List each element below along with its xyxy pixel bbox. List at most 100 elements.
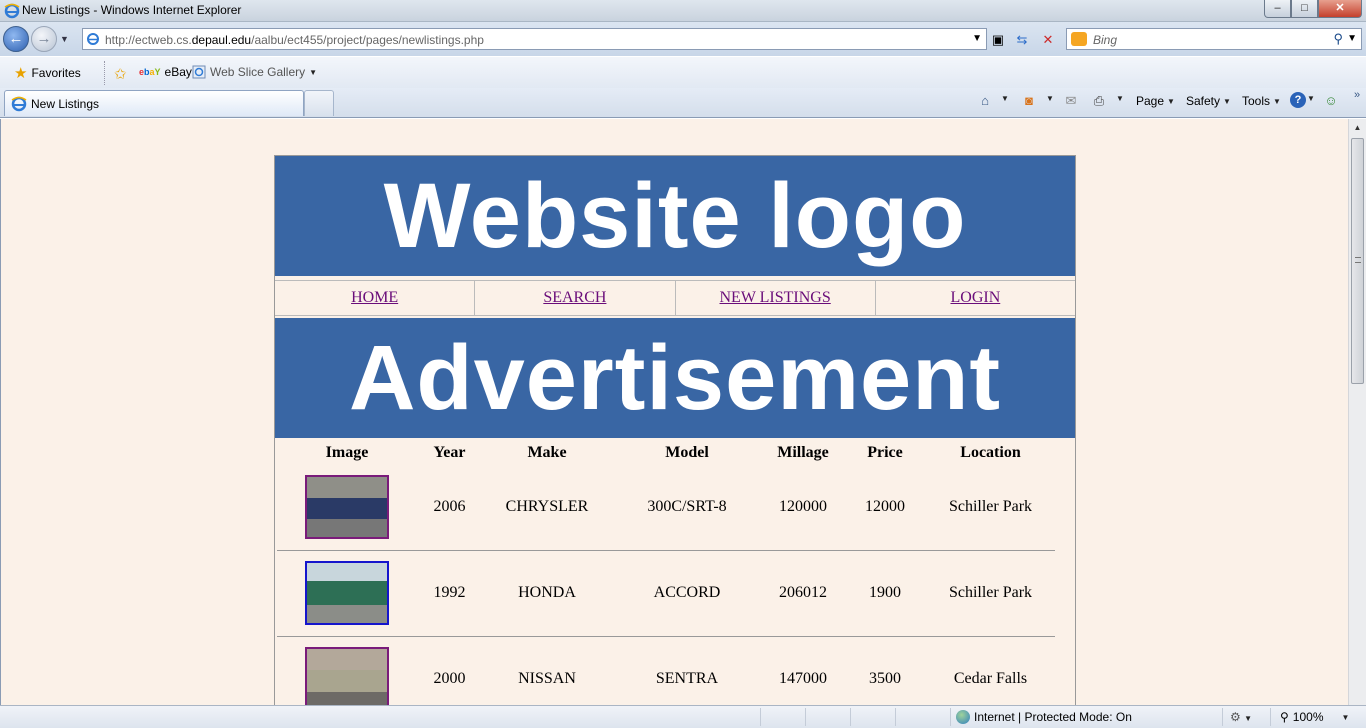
status-divider (760, 708, 761, 726)
table-row: 2000 NISSAN SENTRA 147000 3500 Cedar Fal… (277, 636, 1055, 705)
search-icon[interactable]: ⚲ (1333, 31, 1343, 47)
maximize-button[interactable]: □ (1291, 0, 1318, 18)
compatibility-view-icon[interactable]: ▣ (988, 30, 1008, 50)
page-icon (87, 33, 99, 45)
table-cell-location: Cedar Falls (953, 670, 1028, 688)
table-cell-price: 3500 (869, 670, 901, 688)
table-cell-make: CHRYSLER (505, 497, 589, 515)
minimize-button[interactable]: – (1264, 0, 1291, 18)
table-cell-location: Schiller Park (948, 497, 1033, 515)
search-box[interactable]: Bing ⚲ ▼ (1066, 28, 1362, 50)
table-row: 1992 HONDA ACCORD 206012 1900 Schiller P… (277, 550, 1055, 636)
address-toolbar: ← → ▼ http://ectweb.cs.depaul.edu/aalbu/… (0, 22, 1366, 56)
column-header-location: Location (960, 444, 1021, 461)
nav-cell-new-listings: NEW LISTINGS (676, 281, 876, 315)
close-window-button[interactable]: ✕ (1318, 0, 1362, 18)
table-cell-image (277, 464, 417, 550)
table-cell-make: HONDA (518, 584, 576, 601)
tools-menu[interactable]: Tools ▼ (1242, 94, 1281, 108)
car-thumbnail-image[interactable] (305, 561, 389, 625)
nav-cell-login: LOGIN (876, 281, 1075, 315)
recent-pages-dropdown[interactable]: ▼ (60, 34, 69, 44)
vertical-scrollbar[interactable]: ▲ (1348, 119, 1366, 705)
zoom-level: 100% (1292, 710, 1324, 724)
page-viewport: Website logo HOME SEARCH NEW LISTINGS LO… (0, 119, 1348, 705)
protected-mode-icon[interactable]: ⚙ ▼ (1230, 710, 1252, 724)
table-row: 2006 CHRYSLER 300C/SRT-8 120000 12000 Sc… (277, 464, 1055, 550)
nav-login-link[interactable]: LOGIN (950, 289, 1000, 306)
print-icon[interactable]: ⎙ (1090, 92, 1108, 110)
favorite-web-slice-gallery[interactable]: Web Slice Gallery ▼ (192, 65, 317, 79)
nav-search-link[interactable]: SEARCH (543, 289, 606, 306)
table-cell-millage: 206012 (779, 584, 827, 601)
column-header-make: Make (527, 444, 567, 461)
new-tab-button[interactable] (304, 90, 334, 116)
zoom-control[interactable]: ⚲ 100% ▼ (1280, 710, 1349, 724)
table-cell-model: 300C/SRT-8 (647, 497, 727, 515)
site-container: Website logo HOME SEARCH NEW LISTINGS LO… (274, 155, 1076, 705)
feeds-icon[interactable]: ◙ (1020, 92, 1038, 110)
table-cell-year: 2006 (433, 497, 466, 515)
address-bar[interactable]: http://ectweb.cs.depaul.edu/aalbu/ect455… (82, 28, 987, 50)
safety-menu[interactable]: Safety ▼ (1186, 94, 1231, 108)
add-to-favorites-icon[interactable]: ✩ (114, 65, 127, 83)
listings-table: Image Year Make Model Millage Price Loca… (277, 442, 1055, 705)
table-cell-location: Schiller Park (948, 584, 1033, 601)
print-dropdown[interactable]: ▼ (1116, 94, 1124, 103)
stop-icon[interactable]: ✕ (1038, 30, 1058, 50)
status-divider (1222, 708, 1223, 726)
favorites-bar: ★ Favorites ✩ ebaY eBay Web Slice Galler… (0, 56, 1366, 88)
page-menu[interactable]: Page ▼ (1136, 94, 1175, 108)
nav-home-link[interactable]: HOME (351, 289, 398, 306)
refresh-icon[interactable]: ⇆ (1012, 30, 1032, 50)
research-icon[interactable]: ☺ (1322, 92, 1340, 110)
mail-icon[interactable]: ✉ (1062, 92, 1080, 110)
help-dropdown[interactable]: ▼ (1307, 94, 1315, 103)
car-thumbnail-image[interactable] (305, 647, 389, 705)
column-header-price: Price (867, 444, 903, 461)
table-cell-image (277, 550, 417, 636)
feeds-dropdown[interactable]: ▼ (1046, 94, 1054, 103)
favorite-ebay[interactable]: ebaY eBay (139, 65, 192, 79)
column-header-model: Model (665, 444, 709, 461)
favorites-button[interactable]: ★ Favorites (14, 64, 81, 82)
column-header-millage: Millage (777, 444, 829, 461)
favorite-ebay-label: eBay (164, 65, 192, 79)
advertisement-banner: Advertisement (275, 318, 1075, 438)
favorites-divider (104, 61, 105, 85)
window-titlebar: New Listings - Windows Internet Explorer… (0, 0, 1366, 22)
column-header-year: Year (433, 444, 466, 461)
website-logo-banner: Website logo (275, 156, 1075, 276)
site-navigation: HOME SEARCH NEW LISTINGS LOGIN (275, 280, 1075, 316)
column-header-image: Image (325, 444, 369, 461)
zoom-dropdown-icon[interactable]: ▼ (1342, 713, 1350, 722)
table-cell-model: SENTRA (655, 670, 719, 688)
back-button[interactable]: ← (3, 26, 29, 52)
nav-cell-home: HOME (275, 281, 476, 315)
table-cell-millage: 120000 (779, 497, 827, 515)
favorites-star-icon: ★ (14, 65, 28, 82)
help-icon[interactable]: ? (1290, 92, 1306, 108)
search-dropdown-icon[interactable]: ▼ (1347, 33, 1357, 44)
security-zone[interactable]: Internet | Protected Mode: On (956, 710, 1132, 724)
scroll-up-arrow-icon[interactable]: ▲ (1349, 119, 1366, 136)
favorites-label: Favorites (31, 66, 81, 80)
more-commands-icon[interactable]: » (1348, 86, 1366, 104)
scrollbar-thumb[interactable] (1351, 138, 1364, 384)
table-cell-price: 1900 (869, 584, 901, 601)
status-bar: Internet | Protected Mode: On ⚙ ▼ ⚲ 100%… (0, 705, 1366, 728)
forward-button[interactable]: → (31, 26, 57, 52)
address-dropdown-icon[interactable]: ▼ (972, 33, 982, 44)
table-cell-image (277, 636, 417, 705)
address-url[interactable]: http://ectweb.cs.depaul.edu/aalbu/ect455… (105, 33, 484, 47)
nav-new-listings-link[interactable]: NEW LISTINGS (720, 289, 831, 306)
table-cell-model: ACCORD (653, 584, 721, 601)
home-icon[interactable]: ⌂ (976, 92, 994, 110)
internet-explorer-icon (4, 3, 20, 19)
search-input[interactable]: Bing (1093, 33, 1117, 47)
tab-new-listings[interactable]: New Listings (4, 90, 304, 116)
status-divider (950, 708, 951, 726)
home-dropdown[interactable]: ▼ (1001, 94, 1009, 103)
car-thumbnail-image[interactable] (305, 474, 389, 539)
tab-bar: New Listings ⌂ ▼ ◙ ▼ ✉ ⎙ ▼ Page ▼ Safety ▼… (0, 88, 1366, 118)
